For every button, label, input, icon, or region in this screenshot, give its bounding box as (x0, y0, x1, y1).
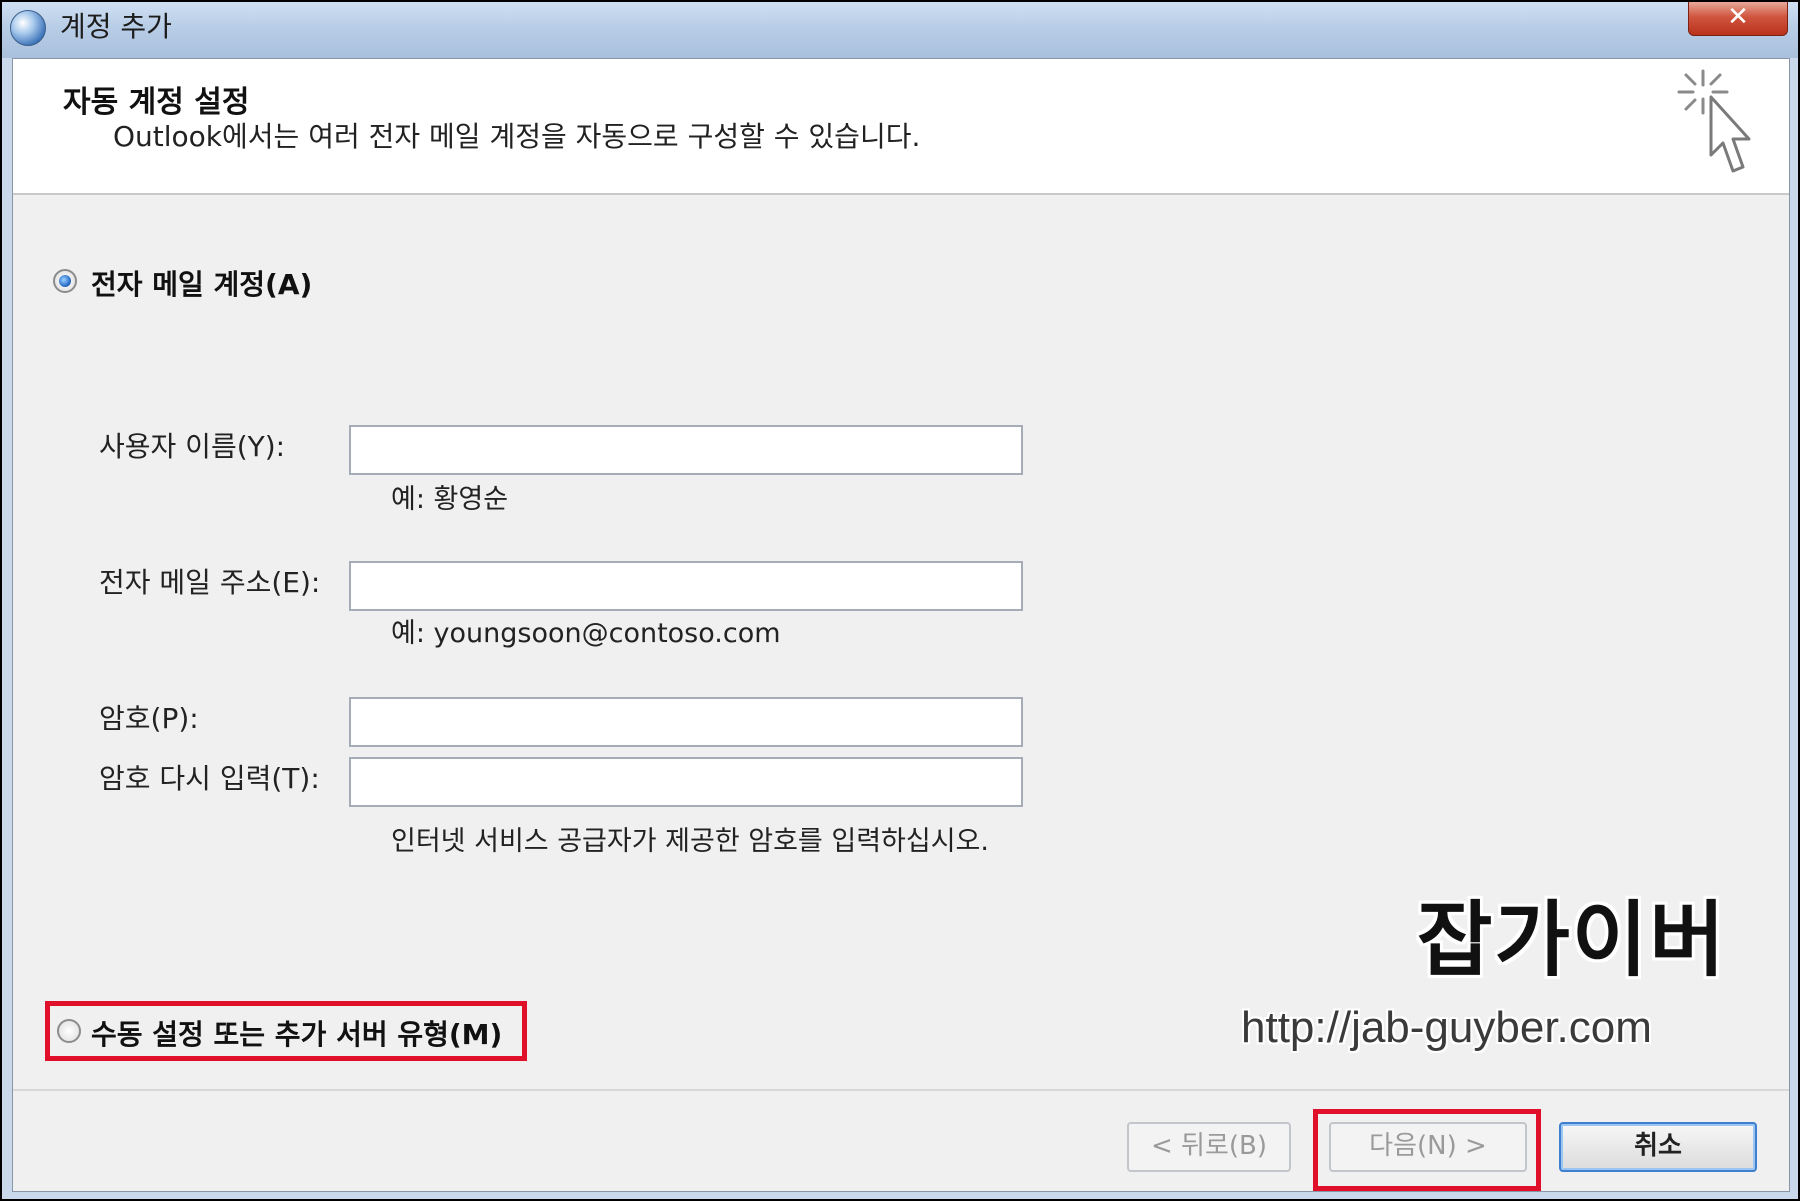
footer-divider (13, 1089, 1789, 1091)
email-input[interactable] (349, 561, 1023, 611)
password-confirm-label: 암호 다시 입력(T): (99, 762, 320, 795)
wizard-header: 자동 계정 설정 Outlook에서는 여러 전자 메일 계정을 자동으로 구성… (13, 59, 1789, 195)
next-button-highlight (1313, 1109, 1541, 1191)
cancel-button[interactable]: 취소 (1559, 1122, 1757, 1172)
username-input[interactable] (349, 425, 1023, 475)
watermark-brand: 잡가이버 (1417, 893, 1727, 988)
manual-setup-radio-label[interactable]: 수동 설정 또는 추가 서버 유형(M) (91, 1013, 502, 1053)
watermark-url: http://jab-guyber.com (1241, 1003, 1652, 1052)
email-label: 전자 메일 주소(E): (99, 566, 321, 599)
manual-setup-radio[interactable] (57, 1019, 81, 1043)
password-confirm-input[interactable] (349, 757, 1023, 807)
username-label: 사용자 이름(Y): (99, 430, 286, 463)
email-account-radio[interactable] (53, 269, 77, 293)
window-title: 계정 추가 (60, 10, 172, 43)
wizard-cursor-sparkle-icon (1677, 69, 1751, 173)
outlook-app-icon (10, 10, 46, 46)
password-label: 암호(P): (99, 702, 199, 735)
username-hint: 예: 황영순 (391, 484, 509, 515)
page-subtitle: Outlook에서는 여러 전자 메일 계정을 자동으로 구성할 수 있습니다. (113, 120, 921, 153)
back-button[interactable]: < 뒤로(B) (1127, 1122, 1291, 1172)
password-input[interactable] (349, 697, 1023, 747)
add-account-window: 계정 추가 ✕ 자동 계정 설정 Outlook에서는 여러 전자 메일 계정을… (0, 0, 1800, 1201)
wizard-client-area: 자동 계정 설정 Outlook에서는 여러 전자 메일 계정을 자동으로 구성… (12, 58, 1790, 1192)
close-button[interactable]: ✕ (1688, 2, 1788, 36)
email-account-radio-label[interactable]: 전자 메일 계정(A) (91, 263, 312, 303)
close-icon: ✕ (1727, 2, 1749, 32)
title-bar: 계정 추가 ✕ (2, 2, 1798, 58)
email-hint: 예: youngsoon@contoso.com (391, 618, 781, 649)
password-hint: 인터넷 서비스 공급자가 제공한 암호를 입력하십시오. (391, 826, 989, 857)
